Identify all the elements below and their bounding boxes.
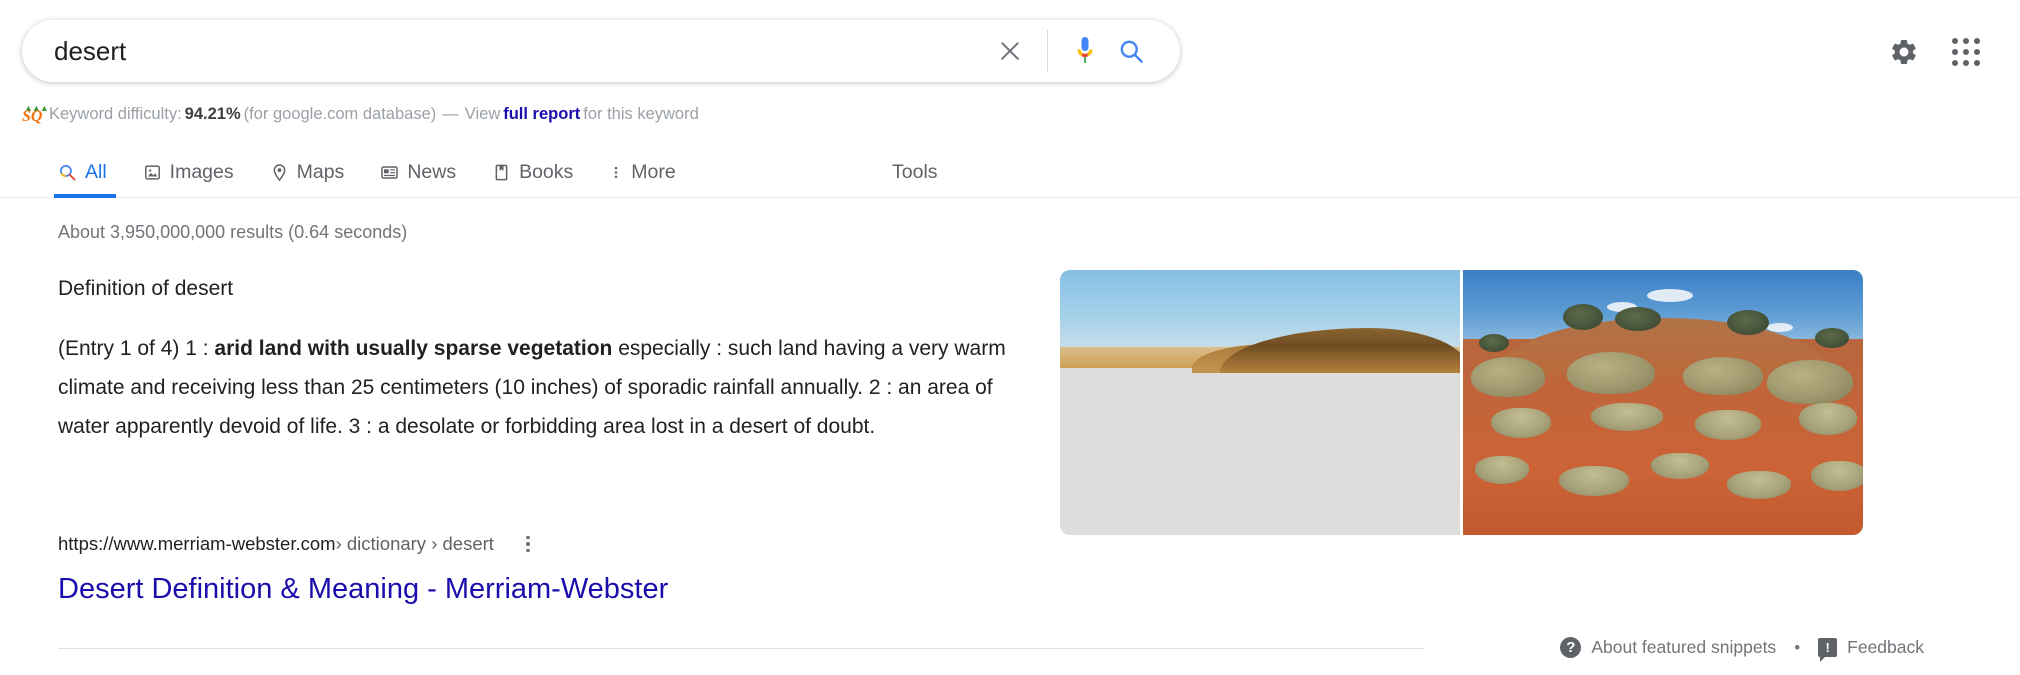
full-report-link[interactable]: full report xyxy=(503,105,580,124)
snippet-footer-actions: ? About featured snippets • Feedback xyxy=(1560,637,1924,662)
snippet-entry-prefix: (Entry 1 of 4) 1 : xyxy=(58,337,215,360)
header-actions xyxy=(1880,28,1990,76)
gear-icon xyxy=(1892,39,1916,65)
footer-divider xyxy=(58,648,1425,649)
question-circle-icon: ? xyxy=(1560,637,1582,658)
clear-search-button[interactable] xyxy=(987,28,1033,74)
result-url-domain[interactable]: https://www.merriam-webster.com xyxy=(58,533,336,555)
tab-more[interactable]: More xyxy=(609,148,676,197)
search-box-controls xyxy=(987,20,1180,82)
snippet-image-group xyxy=(1060,270,1863,535)
newspaper-icon xyxy=(380,163,399,182)
search-divider xyxy=(1047,30,1048,72)
featured-snippet: Definition of desert (Entry 1 of 4) 1 : … xyxy=(58,275,1023,446)
result-url-breadcrumb: › dictionary › desert xyxy=(335,533,494,554)
tab-label: More xyxy=(631,161,676,183)
seoquake-logo-icon: ▲▲▲ SQ xyxy=(22,103,49,125)
settings-button[interactable] xyxy=(1880,28,1928,76)
about-featured-snippets-button[interactable]: ? About featured snippets xyxy=(1560,637,1776,658)
search-nav-bar: All Images Maps News Books More Tools xyxy=(0,148,2020,198)
seoquake-keyword-difficulty-bar: ▲▲▲ SQ Keyword difficulty: 94.21% (for g… xyxy=(22,104,699,125)
outback-scrub-photo[interactable] xyxy=(1463,270,1863,535)
about-featured-snippets-label: About featured snippets xyxy=(1591,637,1777,657)
google-apps-button[interactable] xyxy=(1942,28,1990,76)
active-tab-indicator xyxy=(54,194,116,198)
tab-maps[interactable]: Maps xyxy=(270,148,345,197)
keyword-difficulty-label: Keyword difficulty: xyxy=(49,105,182,123)
tab-books[interactable]: Books xyxy=(492,148,573,197)
tools-button[interactable]: Tools xyxy=(892,148,938,197)
search-results-page: ▲▲▲ SQ Keyword difficulty: 94.21% (for g… xyxy=(0,0,2020,675)
tab-label: Books xyxy=(519,161,574,183)
snippet-bold-phrase: arid land with usually sparse vegetation xyxy=(214,337,613,360)
tab-label: Maps xyxy=(296,161,345,183)
search-icon xyxy=(1120,40,1143,63)
map-pin-icon xyxy=(270,163,289,182)
feedback-label: Feedback xyxy=(1847,637,1924,657)
tab-label: All xyxy=(85,161,107,183)
search-box[interactable] xyxy=(22,20,1180,82)
close-icon xyxy=(997,38,1023,64)
footer-separator: • xyxy=(1794,637,1801,657)
book-icon xyxy=(492,163,511,182)
keyword-database-note: (for google.com database) xyxy=(243,105,437,123)
snippet-heading: Definition of desert xyxy=(58,277,234,300)
image-icon xyxy=(143,163,162,182)
result-title-link[interactable]: Desert Definition & Meaning - Merriam-We… xyxy=(58,572,668,606)
voice-search-button[interactable] xyxy=(1062,28,1108,74)
tab-label: News xyxy=(407,161,457,183)
seo-dash: — xyxy=(442,105,459,123)
tools-label: Tools xyxy=(892,161,938,183)
seo-view-word: View xyxy=(464,105,501,123)
snippet-body: (Entry 1 of 4) 1 : arid land with usuall… xyxy=(58,329,1023,446)
seo-tail-text: for this keyword xyxy=(583,105,699,123)
result-url-row: https://www.merriam-webster.com › dictio… xyxy=(58,532,540,556)
keyword-difficulty-value: 94.21% xyxy=(184,105,241,123)
microphone-icon xyxy=(1077,37,1093,63)
apps-grid-icon xyxy=(1952,38,1980,66)
search-submit-button[interactable] xyxy=(1108,28,1154,74)
tab-images[interactable]: Images xyxy=(143,148,234,197)
search-input[interactable] xyxy=(54,31,987,71)
tab-all[interactable]: All xyxy=(54,148,116,198)
result-stats: About 3,950,000,000 results (0.64 second… xyxy=(58,222,408,242)
feedback-button[interactable]: Feedback xyxy=(1818,637,1924,662)
search-tabs: All Images Maps News Books More xyxy=(54,148,712,198)
tab-news[interactable]: News xyxy=(380,148,456,197)
result-options-icon[interactable] xyxy=(516,532,540,556)
more-vertical-icon xyxy=(609,163,623,182)
feedback-flag-icon xyxy=(1818,638,1838,662)
sand-dune-photo[interactable] xyxy=(1060,270,1460,535)
search-icon xyxy=(58,163,77,182)
tab-label: Images xyxy=(169,161,234,183)
